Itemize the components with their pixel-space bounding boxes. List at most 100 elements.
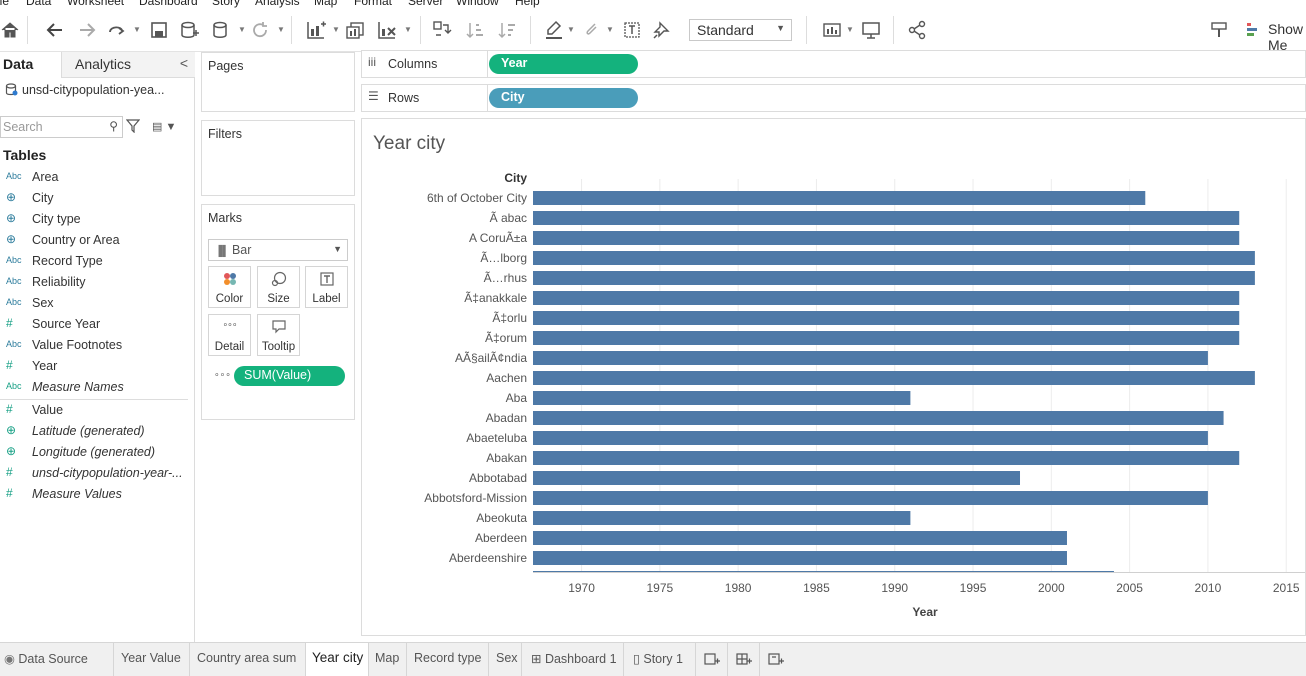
field-item[interactable]: # Source Year xyxy=(0,315,190,336)
tab-data[interactable]: Data xyxy=(0,52,62,78)
label-button[interactable]: Label xyxy=(305,266,348,308)
menu-help[interactable]: Help xyxy=(515,0,540,8)
tab-country-area-sum[interactable]: Country area sum xyxy=(190,643,306,676)
menu-analysis[interactable]: Analysis xyxy=(255,0,300,8)
datasource-item[interactable]: unsd-citypopulation-yea... xyxy=(5,83,164,97)
clear-sheet-icon[interactable] xyxy=(375,18,399,42)
category-label[interactable]: Abeokuta xyxy=(476,511,527,525)
bar[interactable] xyxy=(533,531,1067,545)
tab-map[interactable]: Map xyxy=(369,643,407,676)
category-label[interactable]: 6th of October City xyxy=(427,191,527,205)
category-label[interactable]: Aberdeenshire xyxy=(449,551,527,565)
filters-card[interactable]: Filters xyxy=(201,120,355,196)
field-item[interactable]: # Measure Values xyxy=(0,485,190,506)
bar[interactable] xyxy=(533,351,1208,365)
pin-icon[interactable] xyxy=(651,18,673,42)
menu-map[interactable]: Map xyxy=(314,0,337,8)
tab-story-1[interactable]: ▯ Story 1 xyxy=(624,643,696,676)
home-icon[interactable] xyxy=(0,18,20,42)
tab-record-type[interactable]: Record type xyxy=(407,643,489,676)
highlight-icon[interactable] xyxy=(543,18,565,42)
bar[interactable] xyxy=(533,211,1240,225)
tooltip-button[interactable]: Tooltip xyxy=(257,314,300,356)
bar[interactable] xyxy=(533,431,1208,445)
columns-shelf[interactable]: iii Columns Year xyxy=(361,50,1306,78)
category-label[interactable]: Aachen xyxy=(486,371,527,385)
field-item[interactable]: ⊕ Longitude (generated) xyxy=(0,443,190,464)
field-item[interactable]: Abc Reliability xyxy=(0,273,190,294)
filter-icon[interactable] xyxy=(125,119,141,136)
refresh-icon[interactable] xyxy=(249,18,271,42)
category-label[interactable]: Ã‡orum xyxy=(485,331,527,345)
sort-asc-icon[interactable] xyxy=(464,18,486,42)
new-story-tab-icon[interactable] xyxy=(760,643,792,676)
field-item[interactable]: # Value xyxy=(0,401,190,422)
undo-icon[interactable] xyxy=(44,18,66,42)
tab-sex[interactable]: Sex xyxy=(489,643,522,676)
category-label[interactable]: Ã…rhus xyxy=(484,271,527,285)
menu-story[interactable]: Story xyxy=(212,0,240,8)
category-label[interactable]: Abaeteluba xyxy=(466,431,527,445)
category-label[interactable]: Ã‡anakkale xyxy=(464,291,527,305)
bar[interactable] xyxy=(533,471,1021,485)
replay-icon[interactable] xyxy=(106,18,128,42)
new-datasource-icon[interactable] xyxy=(178,18,200,42)
collapse-pane-icon[interactable]: < xyxy=(180,55,188,71)
show-cards-icon[interactable] xyxy=(820,18,844,42)
category-label[interactable]: Aba xyxy=(506,391,528,405)
category-label[interactable]: Ã‡orlu xyxy=(492,311,527,325)
menu-server[interactable]: Server xyxy=(408,0,443,8)
menu-worksheet[interactable]: Worksheet xyxy=(67,0,124,8)
view-options-icon[interactable]: ▤ ▼ xyxy=(152,120,176,133)
color-button[interactable]: Color xyxy=(208,266,251,308)
category-label[interactable]: A CoruÃ±a xyxy=(469,231,527,245)
bar[interactable] xyxy=(533,391,911,405)
show-mark-labels-icon[interactable] xyxy=(621,18,643,42)
new-dashboard-tab-icon[interactable] xyxy=(728,643,760,676)
tab-year-city[interactable]: Year city xyxy=(306,643,369,676)
menu-format[interactable]: Format xyxy=(354,0,392,8)
tab-data-source[interactable]: ◉ Data Source xyxy=(0,643,114,676)
datasource-icon[interactable] xyxy=(210,18,232,42)
category-label[interactable]: Ã…lborg xyxy=(480,251,527,265)
field-item[interactable]: ⊕ City xyxy=(0,189,190,210)
duplicate-sheet-icon[interactable] xyxy=(344,18,366,42)
swap-icon[interactable] xyxy=(431,18,453,42)
tab-analytics[interactable]: Analytics xyxy=(62,52,195,77)
category-label[interactable]: AÃ§ailÃ¢ndia xyxy=(455,351,527,365)
bar[interactable] xyxy=(533,551,1067,565)
save-icon[interactable] xyxy=(148,18,170,42)
bar[interactable] xyxy=(533,231,1240,245)
bar[interactable] xyxy=(533,191,1146,205)
field-item[interactable]: Abc Measure Names xyxy=(0,378,190,399)
presentation-mode-icon[interactable] xyxy=(860,18,882,42)
detail-button[interactable]: ∘∘∘ Detail xyxy=(208,314,251,356)
category-label[interactable]: Abbotabad xyxy=(469,471,527,485)
bar[interactable] xyxy=(533,371,1255,385)
field-item[interactable]: ⊕ Latitude (generated) xyxy=(0,422,190,443)
category-label[interactable]: Ã abac xyxy=(490,211,527,225)
field-item[interactable]: Abc Area xyxy=(0,168,190,189)
tab-dashboard-1[interactable]: ⊞ Dashboard 1 xyxy=(522,643,624,676)
bar[interactable] xyxy=(533,411,1224,425)
year-pill[interactable]: Year xyxy=(489,54,638,74)
field-item[interactable]: # unsd-citypopulation-year-... xyxy=(0,464,190,485)
category-label[interactable]: Abbotsford-Mission xyxy=(424,491,527,505)
field-item[interactable]: ⊕ City type xyxy=(0,210,190,231)
category-label[interactable]: Abakan xyxy=(486,451,527,465)
bar[interactable] xyxy=(533,511,911,525)
city-pill[interactable]: City xyxy=(489,88,638,108)
share-icon[interactable] xyxy=(906,18,928,42)
new-worksheet-icon[interactable] xyxy=(304,18,328,42)
menu-dashboard[interactable]: Dashboard xyxy=(139,0,198,8)
pages-card[interactable]: Pages xyxy=(201,52,355,112)
field-item[interactable]: Abc Value Footnotes xyxy=(0,336,190,357)
rows-shelf[interactable]: ☰ Rows City xyxy=(361,84,1306,112)
tab-year-value[interactable]: Year Value xyxy=(114,643,190,676)
bar[interactable] xyxy=(533,291,1240,305)
menu-file[interactable]: ile xyxy=(0,0,9,8)
fit-select[interactable]: Standard ▼ xyxy=(689,19,792,41)
field-item[interactable]: Abc Sex xyxy=(0,294,190,315)
search-input[interactable]: Search ⚲ xyxy=(0,116,123,138)
bar[interactable] xyxy=(533,331,1240,345)
